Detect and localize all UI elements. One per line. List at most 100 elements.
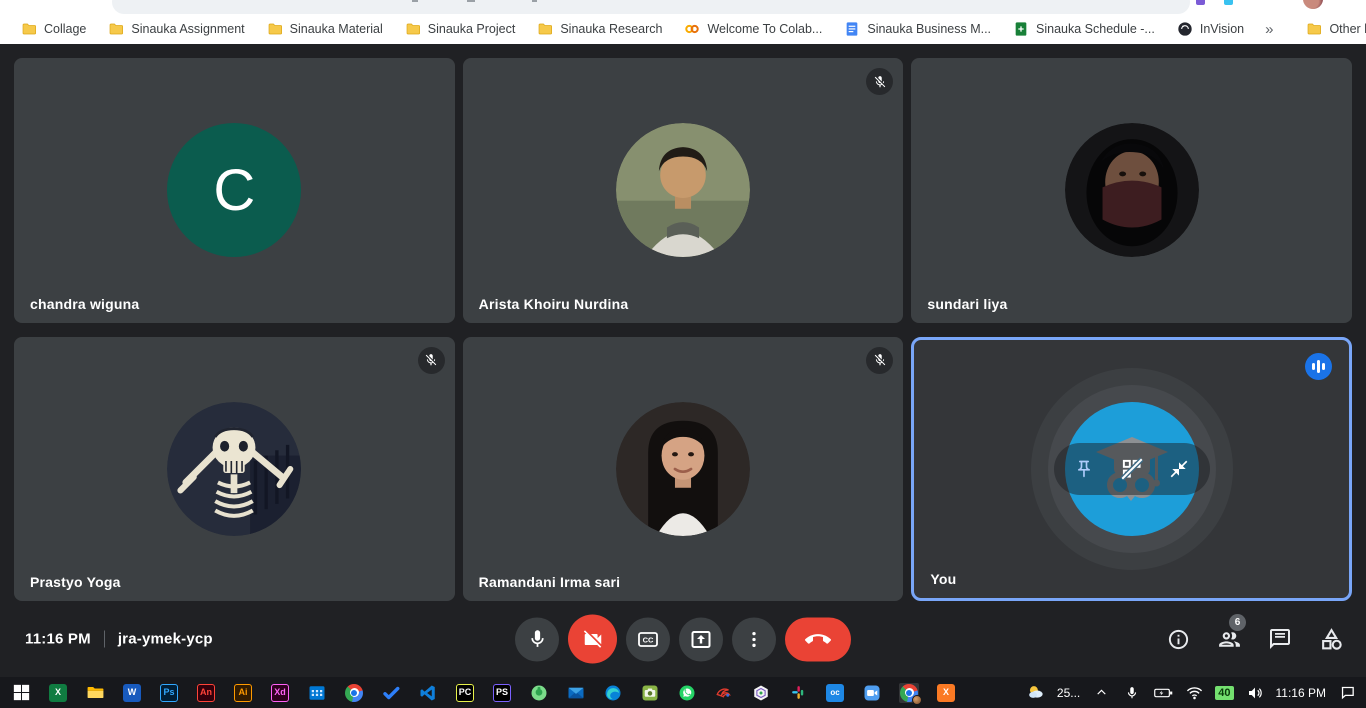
bookmarks-bar: Collage Sinauka Assignment Sinauka Mater… [0, 14, 1366, 44]
audio-level-indicator [1305, 353, 1332, 380]
chrome-active-icon[interactable] [899, 683, 919, 703]
mail-icon[interactable] [566, 683, 586, 703]
minimize-tile-button[interactable] [1162, 452, 1196, 486]
xampp-icon[interactable]: X [936, 683, 956, 703]
bookmark-sinauka-assignment[interactable]: Sinauka Assignment [97, 18, 255, 40]
excel-icon[interactable]: X [48, 683, 68, 703]
camera-off-button[interactable] [568, 615, 617, 664]
leave-call-button[interactable] [785, 617, 851, 661]
tray-microphone-icon[interactable] [1122, 683, 1142, 703]
adobe-xd-icon[interactable]: Xd [270, 683, 290, 703]
participant-name: Ramandani Irma sari [479, 574, 621, 590]
participant-tile-arista[interactable]: Arista Khoiru Nurdina [463, 58, 904, 323]
participant-tile-sundari[interactable]: sundari liya [911, 58, 1352, 323]
vscode-icon[interactable] [418, 683, 438, 703]
bookmark-collage[interactable]: Collage [10, 18, 97, 40]
battery-icon[interactable] [1153, 683, 1173, 703]
present-screen-button[interactable] [679, 617, 723, 661]
activities-button[interactable] [1318, 626, 1344, 652]
calendar-icon[interactable] [307, 683, 327, 703]
extension-icon-partial[interactable] [1196, 0, 1205, 5]
todo-check-icon[interactable] [381, 683, 401, 703]
url-text-partial [467, 0, 475, 2]
bookmark-sinauka-research[interactable]: Sinauka Research [526, 18, 673, 40]
more-options-button[interactable] [732, 617, 776, 661]
meeting-clock: 11:16 PM [25, 631, 91, 648]
mic-muted-icon [418, 347, 445, 374]
tray-chevron-up-icon[interactable] [1091, 683, 1111, 703]
bookmark-label: Sinauka Assignment [131, 22, 244, 36]
participant-tile-chandra-wiguna[interactable]: C chandra wiguna [14, 58, 455, 323]
bookmark-sinauka-material[interactable]: Sinauka Material [256, 18, 394, 40]
remove-from-grid-button[interactable] [1115, 452, 1149, 486]
photo-avatar [616, 402, 750, 536]
participant-tile-ramandani[interactable]: Ramandani Irma sari [463, 337, 904, 602]
weather-icon[interactable] [1026, 683, 1046, 703]
folder-icon [108, 21, 124, 37]
participants-button[interactable]: 6 [1216, 626, 1242, 652]
phpstorm-icon[interactable]: PS [492, 683, 512, 703]
android-app-icon[interactable] [529, 683, 549, 703]
captions-button[interactable]: CC [626, 617, 670, 661]
call-controls: CC [515, 615, 851, 664]
action-center-icon[interactable] [1337, 683, 1357, 703]
pin-tile-button[interactable] [1067, 452, 1101, 486]
pycharm-icon[interactable]: PC [455, 683, 475, 703]
initial-avatar: C [167, 123, 301, 257]
bookmark-sinauka-schedule[interactable]: Sinauka Schedule -... [1002, 18, 1166, 40]
photoshop-icon[interactable]: Ps [159, 683, 179, 703]
colab-icon [684, 21, 700, 37]
volume-icon[interactable] [1245, 683, 1265, 703]
participant-tile-prastyo[interactable]: Prastyo Yoga [14, 337, 455, 602]
folder-icon [537, 21, 553, 37]
cc-label: CC [643, 635, 654, 644]
bookmark-label: InVision [1200, 22, 1244, 36]
animate-icon[interactable]: An [196, 683, 216, 703]
bookmark-label: Sinauka Material [290, 22, 383, 36]
bookmark-sinauka-business[interactable]: Sinauka Business M... [833, 18, 1002, 40]
photo-avatar [616, 123, 750, 257]
microphone-button[interactable] [515, 617, 559, 661]
whatsapp-icon[interactable] [677, 683, 697, 703]
screen: Collage Sinauka Assignment Sinauka Mater… [0, 0, 1366, 708]
opencart-icon[interactable]: oc [825, 683, 845, 703]
other-bookmarks-button[interactable]: Other bookmarks [1295, 18, 1366, 40]
chrome-icon[interactable] [344, 683, 364, 703]
video-app-icon[interactable] [862, 683, 882, 703]
bookmark-label: Sinauka Schedule -... [1036, 22, 1155, 36]
bookmark-label: Sinauka Research [560, 22, 662, 36]
taskbar-clock[interactable]: 11:16 PM [1276, 686, 1326, 700]
participant-tile-you[interactable]: You [911, 337, 1352, 602]
bookmark-label: Sinauka Project [428, 22, 516, 36]
battery-percent-badge[interactable]: 40 [1215, 686, 1233, 700]
slack-icon[interactable] [788, 683, 808, 703]
mic-muted-icon [866, 347, 893, 374]
file-explorer-icon[interactable] [85, 683, 105, 703]
hexagon-app-icon[interactable] [751, 683, 771, 703]
start-button[interactable] [11, 683, 31, 703]
tile-hover-controls [1054, 443, 1210, 495]
meeting-details-button[interactable] [1165, 626, 1191, 652]
google-docs-icon [844, 21, 860, 37]
bookmark-colab[interactable]: Welcome To Colab... [673, 18, 833, 40]
extension-icon-partial[interactable] [1224, 0, 1233, 5]
meeting-side-controls: 6 [1165, 626, 1344, 652]
bookmark-invision[interactable]: InVision [1166, 18, 1255, 40]
weather-temp[interactable]: 25... [1057, 686, 1080, 700]
illustrator-icon[interactable]: Ai [233, 683, 253, 703]
camera-app-icon[interactable] [640, 683, 660, 703]
participant-name: sundari liya [927, 296, 1007, 312]
chat-button[interactable] [1267, 626, 1293, 652]
avatar-wrap [14, 337, 455, 602]
address-bar-partial[interactable] [112, 0, 1190, 14]
url-text-partial [532, 0, 537, 2]
edge-icon[interactable] [603, 683, 623, 703]
red-swirl-app-icon[interactable] [714, 683, 734, 703]
google-sheets-icon [1013, 21, 1029, 37]
wifi-icon[interactable] [1184, 683, 1204, 703]
invision-icon [1177, 21, 1193, 37]
bookmark-sinauka-project[interactable]: Sinauka Project [394, 18, 527, 40]
word-icon[interactable]: W [122, 683, 142, 703]
bookmarks-overflow-button[interactable]: » [1255, 21, 1283, 38]
browser-profile-avatar[interactable] [1303, 0, 1323, 9]
